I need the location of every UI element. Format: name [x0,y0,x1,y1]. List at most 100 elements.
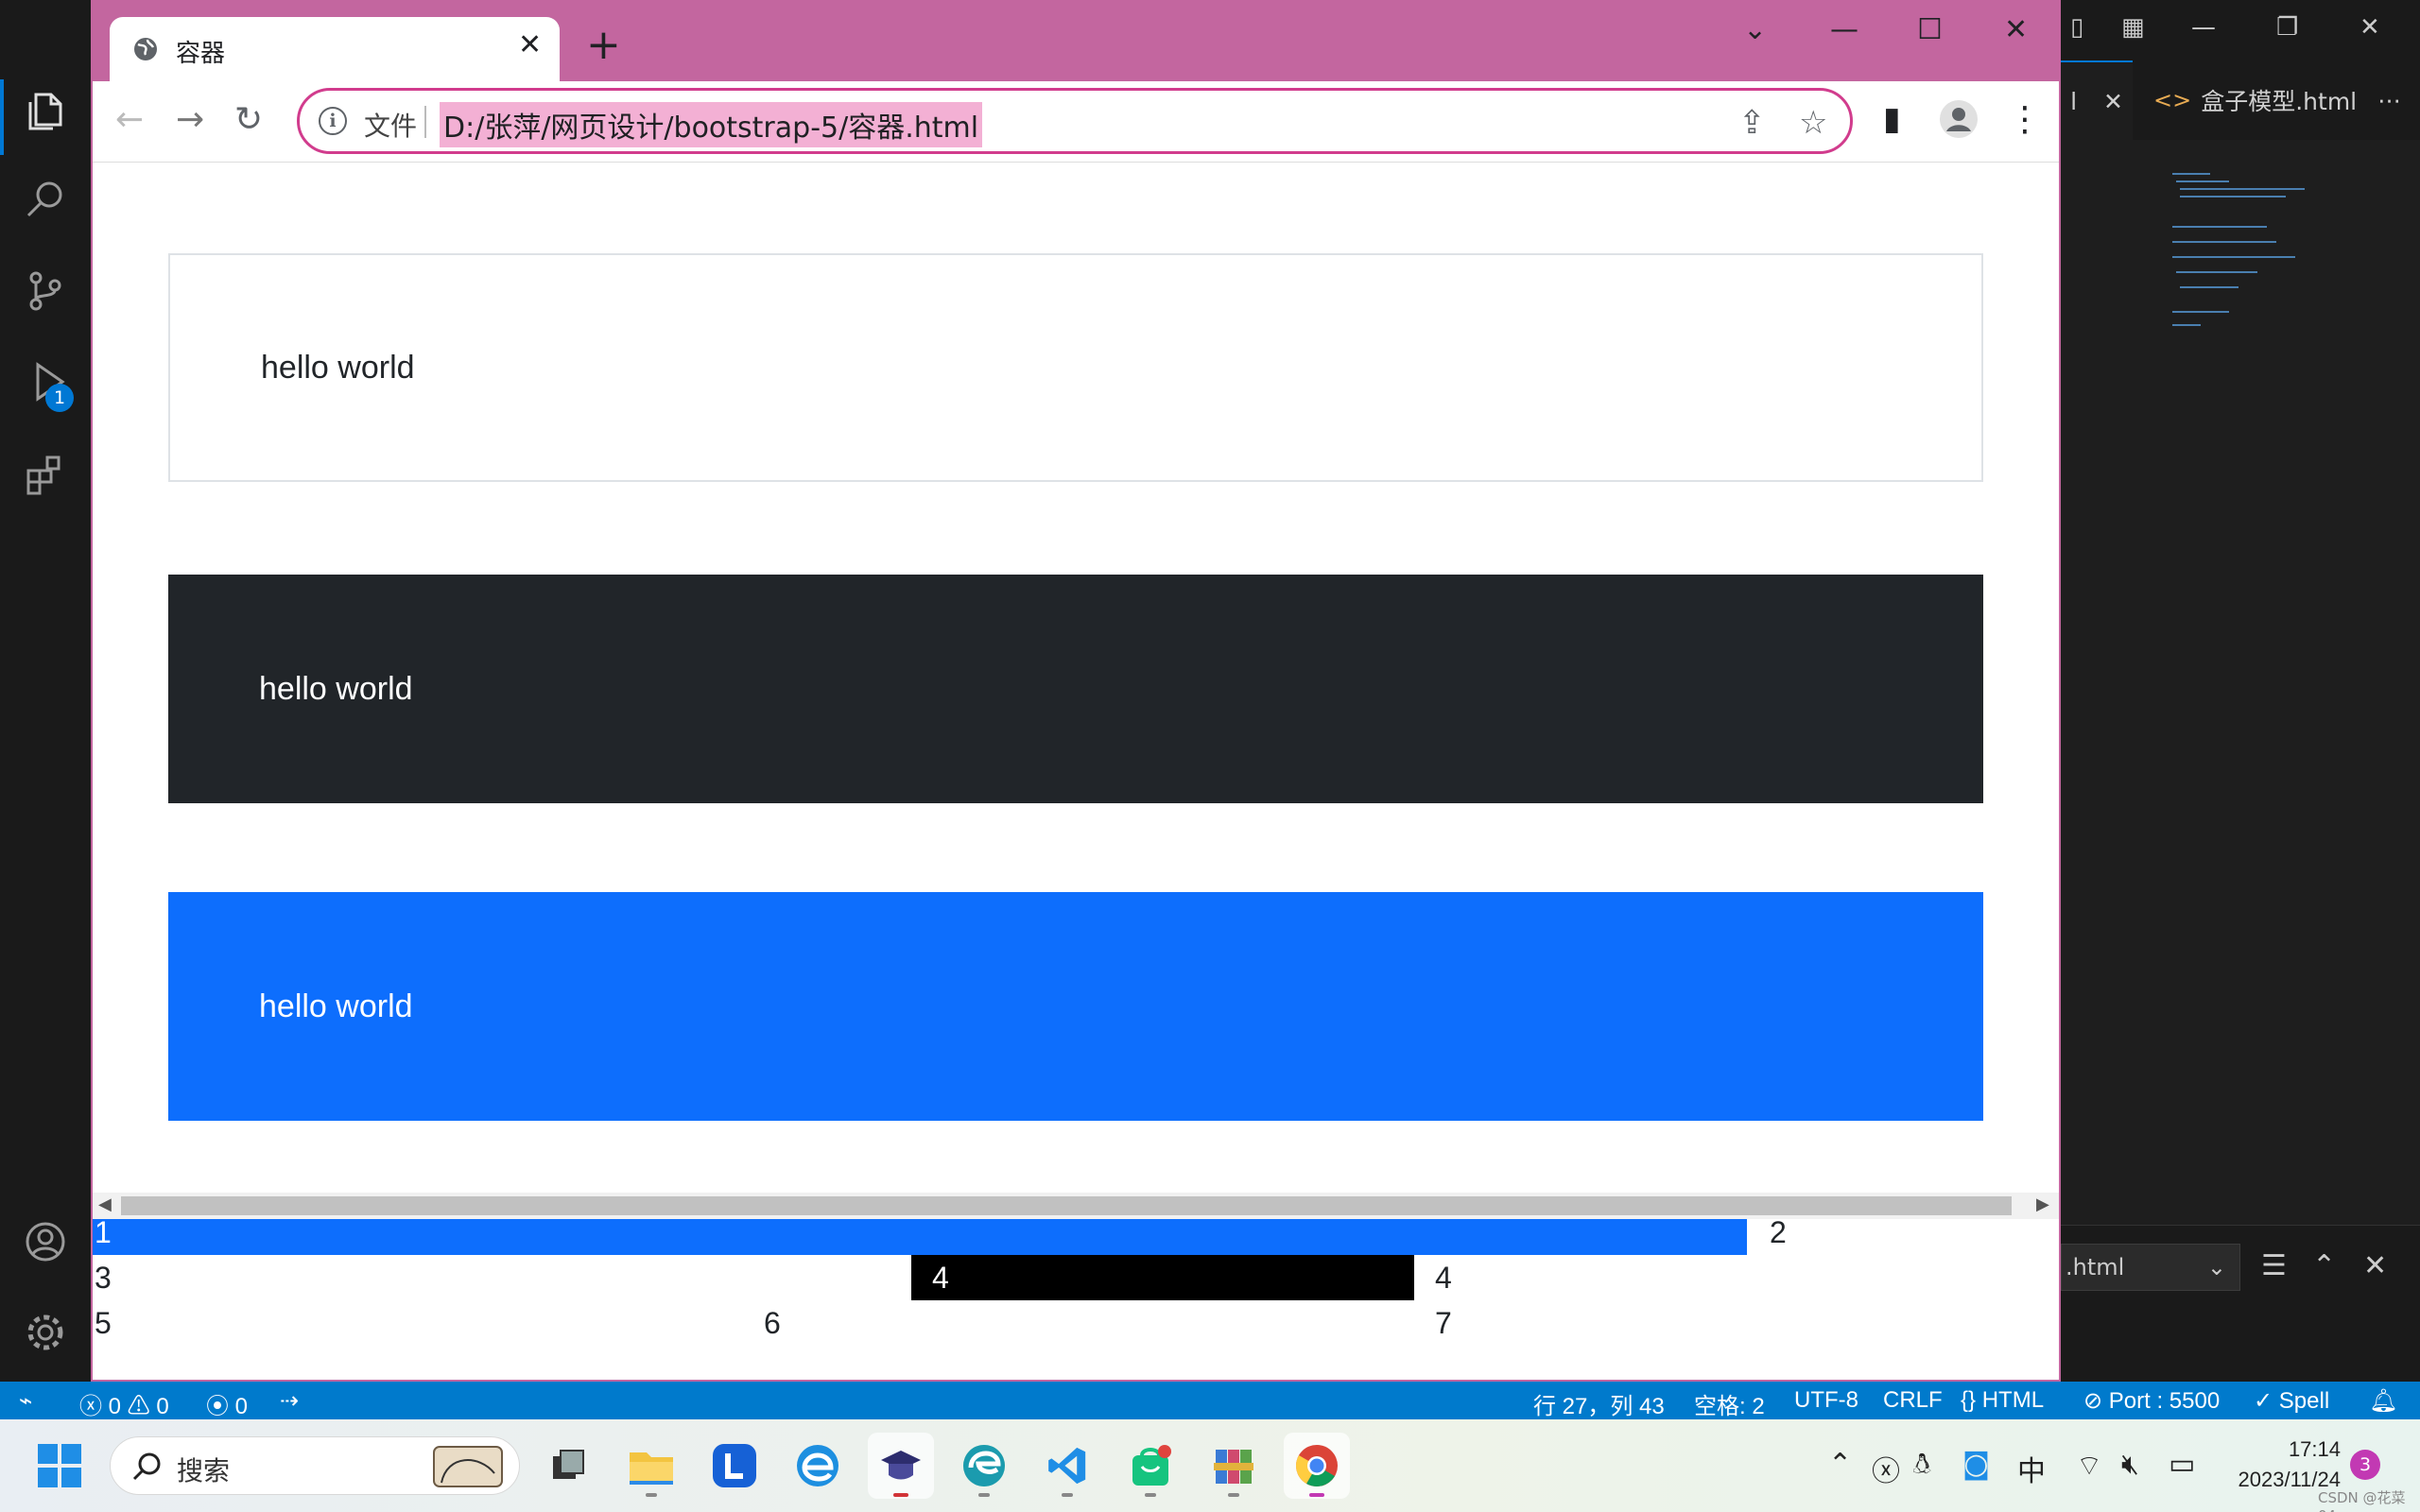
chevron-down-icon: ⌄ [2206,1254,2226,1280]
no-entry-icon: ⊘ [2083,1388,2103,1414]
scroll-left-icon[interactable]: ◀ [98,1194,112,1214]
live-share-icon[interactable]: ⇢ [280,1387,299,1415]
share-icon[interactable]: ⇪ [1738,104,1766,142]
browser-tab[interactable]: 容器 ✕ [110,17,560,81]
menu-kebab-icon[interactable]: ⋮ [2008,100,2042,139]
running-indicator [1145,1493,1156,1497]
output-channel-select[interactable]: .html ⌄ [2061,1244,2240,1291]
browser-window: 容器 ✕ + ⌄ — ☐ ✕ ← → ↻ i 文件 D:/张萍/网页设计/boo… [91,0,2061,1382]
grid-col: 7 [1435,1306,1452,1340]
chevron-up-tray-icon[interactable]: ⌃ [1828,1448,1852,1481]
cursor-position[interactable]: 行 27，列 43 [1533,1387,1665,1420]
edge-legacy-icon[interactable] [785,1433,851,1499]
grid-col: 4 [1435,1261,1452,1295]
watermark: CSDN @花菜04 [2318,1489,2406,1512]
volume-muted-icon[interactable]: 🔇︎ [2121,1448,2139,1481]
more-actions-icon[interactable]: ⋯ [2377,87,2401,114]
reload-icon[interactable]: ↻ [234,100,263,139]
profile-avatar-icon[interactable] [1940,100,1978,146]
container-text: hello world [259,988,413,1024]
vscode-icon[interactable] [1034,1433,1100,1499]
start-button[interactable] [26,1433,93,1499]
warning-count: 0 [156,1394,169,1419]
wifi-icon[interactable]: ⌔ [2076,1448,2102,1484]
edge-icon[interactable] [951,1433,1017,1499]
minimize-icon[interactable]: — [1830,13,1858,46]
grid-col: 6 [764,1306,781,1340]
minimize-icon[interactable]: — [2191,13,2216,42]
app-tray-icon[interactable]: ◙ [1962,1448,1990,1481]
scrollbar-thumb[interactable] [121,1196,2012,1215]
grid-row: 3 4 4 [93,1255,2059,1300]
ports-indicator[interactable]: ⦿ 0 [206,1387,248,1420]
task-view-icon[interactable] [535,1433,601,1499]
file-explorer-icon[interactable] [618,1433,684,1499]
vscode-status-bar: ⌁ ⓧ 0 ⚠ 0 ⦿ 0 ⇢ 行 27，列 43 空格: 2 UTF-8 CR… [0,1382,2420,1419]
tab-search-chevron-icon[interactable]: ⌄ [1743,13,1767,46]
language-mode[interactable]: {} HTML [1961,1387,2044,1414]
account-icon[interactable] [15,1211,76,1272]
source-control-icon[interactable] [15,261,76,321]
chrome-icon[interactable] [1284,1433,1350,1499]
close-icon[interactable]: ✕ [2360,13,2380,42]
errors-indicator[interactable]: ⓧ 0 ⚠ 0 [79,1387,169,1420]
editor-tab-active[interactable]: l ✕ [2061,60,2133,140]
education-app-icon[interactable] [868,1433,934,1499]
indentation[interactable]: 空格: 2 [1694,1387,1765,1420]
remote-icon[interactable]: ⌁ [19,1387,32,1415]
new-tab-button[interactable]: + [586,25,621,66]
explorer-icon[interactable] [15,81,76,142]
line-ending[interactable]: CRLF [1883,1387,1943,1414]
minimap [2172,173,2305,326]
grid-col: 4 [911,1255,1414,1300]
chevron-up-icon[interactable]: ⌃ [2312,1249,2336,1282]
clear-output-icon[interactable]: ☰ [2261,1249,2287,1282]
side-panel-icon[interactable]: ▮ [1883,100,1901,138]
bookmark-star-icon[interactable]: ☆ [1799,104,1827,142]
battery-icon[interactable]: ▭ [2169,1448,2195,1481]
taskbar-search[interactable]: 搜索 [110,1436,520,1495]
horizontal-scrollbar[interactable]: ◀ ▶ [93,1193,2059,1219]
spell-label: Spell [2278,1388,2330,1414]
restore-icon[interactable]: ❐ [2276,13,2298,42]
site-info-icon[interactable]: i [319,107,347,135]
omnibox-divider [424,106,426,138]
back-icon[interactable]: ← [115,100,144,139]
close-window-icon[interactable]: ✕ [2004,13,2028,46]
container-text: hello world [261,349,415,386]
settings-gear-icon[interactable] [15,1302,76,1363]
scroll-right-icon[interactable]: ▶ [2036,1194,2049,1214]
lenovo-app-icon[interactable] [701,1433,768,1499]
close-panel-icon[interactable]: ✕ [2363,1249,2387,1282]
activity-bar: 1 [0,0,91,1382]
url-text[interactable]: D:/张萍/网页设计/bootstrap-5/容器.html [440,102,983,147]
search-icon[interactable] [15,170,76,231]
notification-badge[interactable]: 3 [2350,1450,2380,1480]
archive-app-icon[interactable] [1201,1433,1267,1499]
running-indicator [1309,1493,1324,1497]
ime-indicator[interactable]: 中 [2017,1448,2046,1489]
bordered-container: hello world [168,253,1983,482]
notifications-bell-icon[interactable]: 🔔︎ [2369,1387,2397,1415]
error-count: 0 [108,1394,122,1419]
live-server-port[interactable]: ⊘ Port : 5500 [2083,1387,2220,1415]
tab-close-icon[interactable]: ✕ [518,28,542,61]
encoding[interactable]: UTF-8 [1794,1387,1858,1414]
forward-icon[interactable]: → [176,100,204,139]
qq-icon[interactable]: 🐧︎ [1913,1448,1930,1485]
search-icon [132,1452,161,1481]
store-app-icon[interactable] [1117,1433,1184,1499]
tab-title: 容器 [176,40,226,68]
spell-check[interactable]: ✓ Spell [2254,1387,2329,1415]
extensions-icon[interactable] [15,444,76,505]
layout-grid-icon[interactable]: ▦ [2121,13,2145,42]
running-indicator [1228,1493,1239,1497]
running-indicator [1062,1493,1073,1497]
maximize-icon[interactable]: ☐ [1917,13,1943,46]
address-bar[interactable]: i 文件 D:/张萍/网页设计/bootstrap-5/容器.html ⇪ ☆ [297,88,1853,154]
clock[interactable]: 17:14 2023/11/24 [2212,1435,2341,1495]
xbox-icon[interactable]: ⓧ [1872,1448,1900,1489]
editor-tab[interactable]: <> 盒子模型.html ⋯ [2133,60,2420,140]
tab-close-icon[interactable]: ✕ [2103,88,2123,115]
layout-panel-icon[interactable]: ▯ [2070,13,2083,42]
